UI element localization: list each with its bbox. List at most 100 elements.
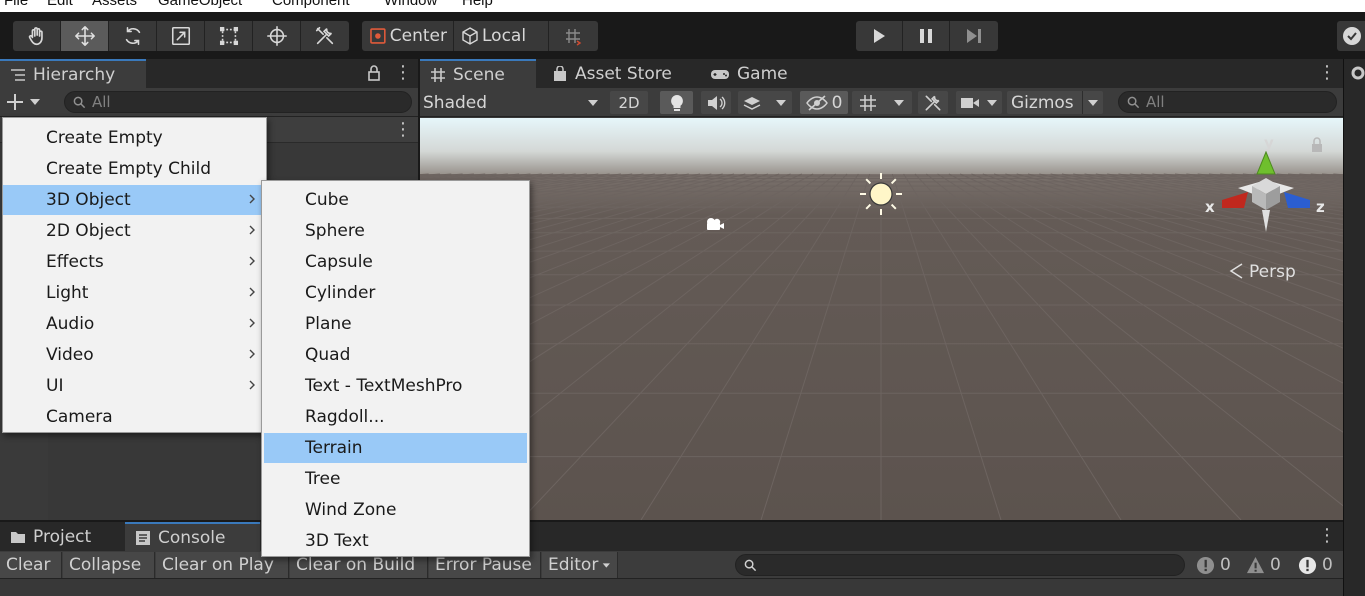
- editor-dropdown[interactable]: Editor: [542, 552, 618, 578]
- menu-assets[interactable]: Assets: [92, 0, 137, 9]
- error-count-toggle[interactable]: 0: [1298, 552, 1333, 578]
- create-menu-item-audio[interactable]: Audio: [3, 309, 266, 339]
- menu-edit[interactable]: Edit: [47, 0, 73, 9]
- tab-scene-label: Scene: [453, 64, 505, 85]
- pivot-tools: Center Local: [362, 21, 598, 51]
- lock-icon[interactable]: [367, 65, 381, 81]
- speaker-icon: [708, 95, 726, 110]
- 3d-object-item-tree[interactable]: Tree: [264, 464, 527, 494]
- 3d-object-item-cube[interactable]: Cube: [264, 185, 527, 215]
- gizmos-label: Gizmos: [1011, 92, 1074, 113]
- rotate-tool-button[interactable]: [109, 21, 157, 51]
- scene-row-menu-icon[interactable]: ⋮: [394, 121, 412, 139]
- console-panel: Project Console ⋮ Clear Collapse Clear o…: [0, 522, 1343, 596]
- 3d-object-item-ragdoll[interactable]: Ragdoll...: [264, 402, 527, 432]
- hierarchy-search-input[interactable]: All: [64, 91, 412, 113]
- error-icon: [1298, 556, 1317, 574]
- create-menu-item-label: Create Empty Child: [46, 159, 211, 179]
- hierarchy-search-placeholder: All: [92, 93, 111, 111]
- camera-dropdown[interactable]: [956, 91, 1002, 114]
- shading-mode-dropdown[interactable]: Shaded: [423, 91, 601, 114]
- search-icon: [73, 96, 86, 108]
- settings-icon[interactable]: [1350, 65, 1365, 81]
- 3d-object-item-text-textmeshpro[interactable]: Text - TextMeshPro: [264, 371, 527, 401]
- collapse-button[interactable]: Collapse: [63, 552, 155, 578]
- pause-icon: [920, 29, 932, 43]
- menu-gameobject[interactable]: GameObject: [158, 0, 242, 9]
- create-menu-item-3d-object[interactable]: 3D Object: [3, 185, 266, 215]
- create-menu-item-create-empty[interactable]: Create Empty: [3, 123, 266, 153]
- console-menu-icon[interactable]: ⋮: [1318, 527, 1336, 545]
- chevron-right-icon: [249, 349, 255, 359]
- hierarchy-menu-icon[interactable]: ⋮: [394, 64, 412, 82]
- move-tool-button[interactable]: [61, 21, 109, 51]
- hand-tool-button[interactable]: [13, 21, 61, 51]
- scene-tools-toggle[interactable]: [918, 91, 948, 114]
- rect-tool-button[interactable]: [205, 21, 253, 51]
- scene-search-placeholder: All: [1146, 93, 1165, 111]
- pivot-center-icon: [370, 28, 386, 44]
- 2d-toggle[interactable]: 2D: [610, 91, 648, 114]
- custom-tool-button[interactable]: [301, 21, 349, 51]
- pivot-mode-button[interactable]: Center: [362, 21, 454, 51]
- scene-view-canvas[interactable]: y x z Persp: [420, 118, 1343, 520]
- create-menu-item-2d-object[interactable]: 2D Object: [3, 216, 266, 246]
- audio-toggle[interactable]: [701, 91, 731, 114]
- menu-component[interactable]: Component: [272, 0, 350, 9]
- console-search-input[interactable]: [735, 554, 1185, 576]
- gizmo-z-label: z: [1316, 198, 1325, 216]
- scale-icon: [171, 26, 190, 46]
- account-button[interactable]: [1337, 21, 1365, 51]
- create-menu-item-ui[interactable]: UI: [3, 371, 266, 401]
- step-button[interactable]: [950, 21, 997, 51]
- tab-game[interactable]: Game: [700, 59, 800, 88]
- tab-scene[interactable]: Scene: [420, 59, 536, 88]
- create-menu-item-camera[interactable]: Camera: [3, 402, 266, 432]
- lighting-toggle[interactable]: [660, 91, 693, 114]
- grid-snap-button[interactable]: [549, 21, 598, 51]
- warning-count-toggle[interactable]: 0: [1246, 552, 1281, 578]
- create-menu-item-effects[interactable]: Effects: [3, 247, 266, 277]
- transform-tool-button[interactable]: [253, 21, 301, 51]
- menu-help[interactable]: Help: [462, 0, 493, 9]
- play-button[interactable]: [856, 21, 903, 51]
- 3d-object-item-plane[interactable]: Plane: [264, 309, 527, 339]
- gizmos-dropdown[interactable]: Gizmos: [1007, 91, 1103, 114]
- info-icon: [1196, 556, 1215, 574]
- create-menu-item-light[interactable]: Light: [3, 278, 266, 308]
- menu-window[interactable]: Window: [384, 0, 437, 9]
- folder-icon: [11, 531, 25, 543]
- pause-button[interactable]: [903, 21, 950, 51]
- create-menu-item-label: Light: [46, 283, 89, 303]
- create-menu-item-label: Effects: [46, 252, 104, 272]
- tab-console[interactable]: Console: [125, 522, 260, 551]
- create-menu-item-label: Audio: [46, 314, 95, 334]
- 3d-object-item-cylinder[interactable]: Cylinder: [264, 278, 527, 308]
- menu-file[interactable]: File: [4, 0, 28, 9]
- scale-tool-button[interactable]: [157, 21, 205, 51]
- scene-search-input[interactable]: All: [1118, 91, 1337, 113]
- message-count-toggle[interactable]: 0: [1196, 552, 1231, 578]
- hidden-objects-toggle[interactable]: 0: [800, 91, 848, 114]
- create-button[interactable]: [5, 91, 49, 113]
- tab-hierarchy[interactable]: Hierarchy: [0, 59, 146, 88]
- 3d-object-item-wind-zone[interactable]: Wind Zone: [264, 495, 527, 525]
- tab-asset-store[interactable]: Asset Store: [542, 59, 692, 88]
- scene-toolbar: Shaded 2D 0 Gizmos All: [420, 88, 1343, 117]
- pivot-rotation-button[interactable]: Local: [454, 21, 549, 51]
- 3d-object-item-capsule[interactable]: Capsule: [264, 247, 527, 277]
- clear-on-build-label: Clear on Build: [296, 555, 416, 575]
- grid-dropdown[interactable]: [852, 91, 912, 114]
- 3d-object-item-terrain[interactable]: Terrain: [264, 433, 527, 463]
- 3d-object-item-3d-text[interactable]: 3D Text: [264, 526, 527, 556]
- chevron-down-icon: [30, 99, 40, 105]
- effects-dropdown[interactable]: [738, 91, 792, 114]
- 3d-object-item-sphere[interactable]: Sphere: [264, 216, 527, 246]
- 3d-object-item-quad[interactable]: Quad: [264, 340, 527, 370]
- scene-menu-icon[interactable]: ⋮: [1318, 64, 1336, 82]
- tab-project[interactable]: Project: [0, 522, 122, 551]
- create-menu-item-video[interactable]: Video: [3, 340, 266, 370]
- clear-button[interactable]: Clear: [0, 552, 62, 578]
- scene-viewport[interactable]: y x z Persp: [420, 118, 1343, 520]
- create-menu-item-create-empty-child[interactable]: Create Empty Child: [3, 154, 266, 184]
